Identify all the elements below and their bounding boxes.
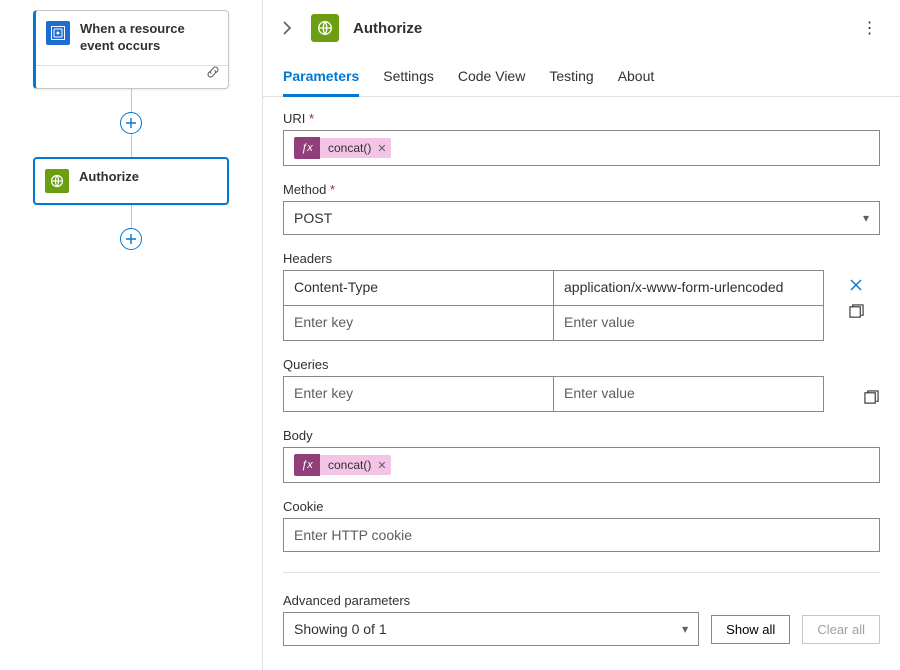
- more-button[interactable]: ⋮: [860, 18, 880, 38]
- link-icon: [206, 65, 220, 84]
- fx-badge: ƒx: [294, 137, 320, 159]
- add-step-button[interactable]: [120, 112, 142, 134]
- tab-about[interactable]: About: [618, 60, 655, 97]
- designer-canvas: When a resource event occurs Authorize: [0, 0, 262, 670]
- uri-input[interactable]: ƒx concat() ✕: [283, 130, 880, 166]
- header-value-input[interactable]: application/x-www-form-urlencoded: [553, 271, 823, 305]
- edge: [131, 89, 132, 113]
- header-value-input[interactable]: Enter value: [553, 306, 823, 340]
- collapse-button[interactable]: [277, 18, 297, 38]
- panel-title: Authorize: [353, 20, 846, 37]
- remove-row-button[interactable]: [847, 276, 865, 294]
- http-icon: [45, 169, 69, 193]
- query-key-input[interactable]: Enter key: [284, 377, 553, 411]
- header-key-input[interactable]: Enter key: [284, 306, 553, 340]
- field-body: Body ƒx concat() ✕: [283, 428, 880, 483]
- edge: [131, 133, 132, 157]
- advanced-select[interactable]: Showing 0 of 1 ▾: [283, 612, 699, 646]
- advanced-label: Advanced parameters: [283, 593, 880, 608]
- method-label: Method: [283, 182, 880, 197]
- add-step-button[interactable]: [120, 228, 142, 250]
- event-grid-icon: [46, 21, 70, 45]
- switch-editor-button[interactable]: [862, 388, 880, 406]
- method-select[interactable]: POST ▾: [283, 201, 880, 235]
- field-queries: Queries Enter key Enter value: [283, 357, 880, 412]
- tabs: Parameters Settings Code View Testing Ab…: [263, 52, 900, 97]
- field-cookie: Cookie: [283, 499, 880, 552]
- switch-editor-button[interactable]: [847, 302, 865, 320]
- cookie-label: Cookie: [283, 499, 880, 514]
- query-row-new: Enter key Enter value: [284, 377, 823, 411]
- clear-all-button: Clear all: [802, 615, 880, 644]
- field-uri: URI ƒx concat() ✕: [283, 111, 880, 166]
- show-all-button[interactable]: Show all: [711, 615, 790, 644]
- field-advanced: Advanced parameters Showing 0 of 1 ▾ Sho…: [283, 593, 880, 646]
- tab-settings[interactable]: Settings: [383, 60, 434, 97]
- action-node-authorize[interactable]: Authorize: [33, 157, 229, 205]
- divider: [283, 572, 880, 573]
- fx-badge: ƒx: [294, 454, 320, 476]
- field-headers: Headers Content-Type application/x-www-f…: [283, 251, 880, 341]
- trigger-node[interactable]: When a resource event occurs: [33, 10, 229, 89]
- expression-token[interactable]: concat() ✕: [320, 455, 391, 475]
- headers-label: Headers: [283, 251, 880, 266]
- body-label: Body: [283, 428, 880, 443]
- header-row-new: Enter key Enter value: [284, 305, 823, 340]
- remove-token-button[interactable]: ✕: [377, 459, 386, 472]
- action-title: Authorize: [79, 169, 139, 186]
- header-key-input[interactable]: Content-Type: [284, 271, 553, 305]
- body-input[interactable]: ƒx concat() ✕: [283, 447, 880, 483]
- edge: [131, 205, 132, 229]
- chevron-down-icon: ▾: [863, 211, 869, 225]
- tab-parameters[interactable]: Parameters: [283, 60, 359, 97]
- query-value-input[interactable]: Enter value: [553, 377, 823, 411]
- remove-token-button[interactable]: ✕: [377, 142, 386, 155]
- tab-code-view[interactable]: Code View: [458, 60, 525, 97]
- cookie-input[interactable]: [283, 518, 880, 552]
- queries-label: Queries: [283, 357, 880, 372]
- field-method: Method POST ▾: [283, 182, 880, 235]
- chevron-down-icon: ▾: [682, 622, 688, 636]
- trigger-title: When a resource event occurs: [80, 21, 216, 55]
- expression-token[interactable]: concat() ✕: [320, 138, 391, 158]
- http-icon: [311, 14, 339, 42]
- uri-label: URI: [283, 111, 880, 126]
- action-config-panel: Authorize ⋮ Parameters Settings Code Vie…: [262, 0, 900, 670]
- header-row: Content-Type application/x-www-form-urle…: [284, 271, 823, 305]
- tab-testing[interactable]: Testing: [549, 60, 593, 97]
